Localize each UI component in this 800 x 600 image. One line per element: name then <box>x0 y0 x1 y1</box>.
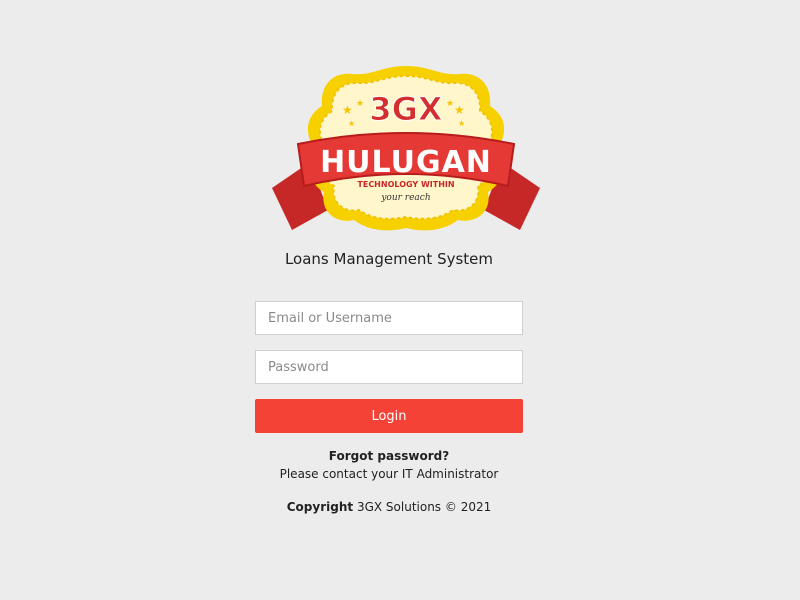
hulugan-logo: ★ ★ ★ ★ ★ ★ 3GX HULUGAN TECHNOLOGY WITHI… <box>272 66 540 231</box>
svg-text:★: ★ <box>454 103 465 117</box>
email-username-input[interactable] <box>255 301 523 335</box>
svg-text:★: ★ <box>458 119 465 128</box>
login-page: ★ ★ ★ ★ ★ ★ 3GX HULUGAN TECHNOLOGY WITHI… <box>0 0 800 600</box>
svg-text:★: ★ <box>356 99 364 109</box>
contact-admin-text: Please contact your IT Administrator <box>279 467 499 481</box>
svg-text:★: ★ <box>446 99 454 109</box>
svg-text:★: ★ <box>342 103 353 117</box>
svg-text:★: ★ <box>348 119 355 128</box>
brand-3gx-text: 3GX <box>369 90 443 128</box>
tagline-secondary-text: your reach <box>380 193 430 203</box>
copyright-footer: Copyright 3GX Solutions © 2021 <box>0 500 778 514</box>
copyright-text: 3GX Solutions © 2021 <box>356 500 492 514</box>
forgot-password-label: Forgot password? <box>328 449 450 463</box>
login-button[interactable]: Login <box>255 399 523 433</box>
password-input[interactable] <box>255 350 523 384</box>
brand-hulugan-text: HULUGAN <box>320 145 492 180</box>
copyright-label: Copyright <box>286 500 354 514</box>
system-title: Loans Management System <box>284 250 494 268</box>
tagline-primary-text: TECHNOLOGY WITHIN <box>357 180 454 189</box>
